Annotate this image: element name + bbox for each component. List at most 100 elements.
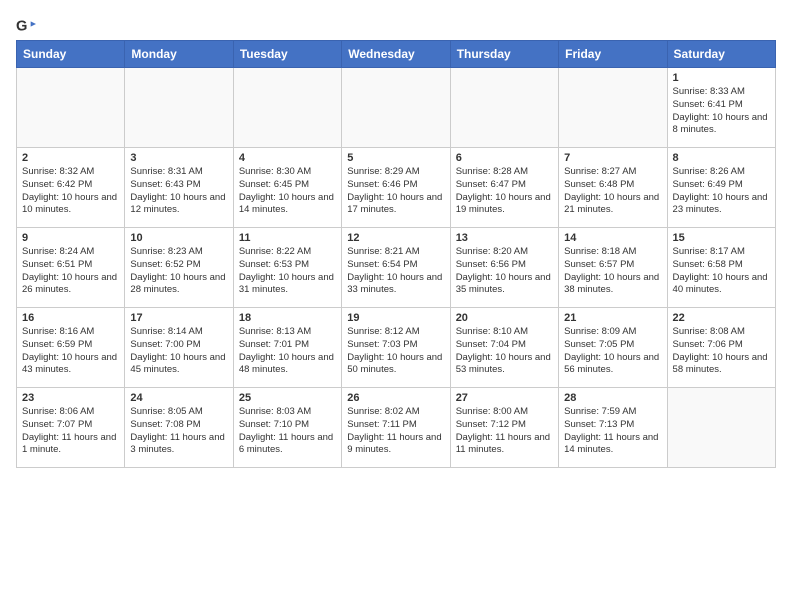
day-info: Sunrise: 8:08 AM Sunset: 7:06 PM Dayligh… [673,326,770,377]
day-cell: 25 Sunrise: 8:03 AM Sunset: 7:10 PM Dayli… [233,388,341,468]
day-number: 10 [130,232,227,244]
day-number: 26 [347,392,444,404]
day-cell: 11 Sunrise: 8:22 AM Sunset: 6:53 PM Dayli… [233,228,341,308]
day-number: 15 [673,232,770,244]
day-cell: 26 Sunrise: 8:02 AM Sunset: 7:11 PM Dayli… [342,388,450,468]
day-number: 14 [564,232,661,244]
day-cell: 17 Sunrise: 8:14 AM Sunset: 7:00 PM Dayli… [125,308,233,388]
day-cell: 23 Sunrise: 8:06 AM Sunset: 7:07 PM Dayli… [17,388,125,468]
day-info: Sunrise: 8:20 AM Sunset: 6:56 PM Dayligh… [456,246,553,297]
weekday-header-wednesday: Wednesday [342,41,450,68]
weekday-header-friday: Friday [559,41,667,68]
day-cell: 8 Sunrise: 8:26 AM Sunset: 6:49 PM Daylig… [667,148,775,228]
week-row-5: 23 Sunrise: 8:06 AM Sunset: 7:07 PM Dayli… [17,388,776,468]
day-number: 6 [456,152,553,164]
day-cell: 2 Sunrise: 8:32 AM Sunset: 6:42 PM Daylig… [17,148,125,228]
day-info: Sunrise: 8:30 AM Sunset: 6:45 PM Dayligh… [239,166,336,217]
day-cell [125,68,233,148]
day-cell: 22 Sunrise: 8:08 AM Sunset: 7:06 PM Dayli… [667,308,775,388]
day-cell: 5Sunrise: 8:29 AM Sunset: 6:46 PM Daylig… [342,148,450,228]
weekday-header-row: SundayMondayTuesdayWednesdayThursdayFrid… [17,41,776,68]
day-cell [559,68,667,148]
day-number: 28 [564,392,661,404]
day-cell: 18Sunrise: 8:13 AM Sunset: 7:01 PM Dayli… [233,308,341,388]
day-number: 9 [22,232,119,244]
day-cell: 12 Sunrise: 8:21 AM Sunset: 6:54 PM Dayli… [342,228,450,308]
weekday-header-tuesday: Tuesday [233,41,341,68]
weekday-header-sunday: Sunday [17,41,125,68]
day-cell: 13 Sunrise: 8:20 AM Sunset: 6:56 PM Dayli… [450,228,558,308]
day-cell [342,68,450,148]
day-number: 20 [456,312,553,324]
weekday-header-monday: Monday [125,41,233,68]
weekday-header-saturday: Saturday [667,41,775,68]
day-info: Sunrise: 7:59 AM Sunset: 7:13 PM Dayligh… [564,406,661,457]
day-cell: 24Sunrise: 8:05 AM Sunset: 7:08 PM Dayli… [125,388,233,468]
day-number: 19 [347,312,444,324]
day-info: Sunrise: 8:22 AM Sunset: 6:53 PM Dayligh… [239,246,336,297]
day-cell: 15Sunrise: 8:17 AM Sunset: 6:58 PM Dayli… [667,228,775,308]
logo: G [16,16,40,36]
day-info: Sunrise: 8:10 AM Sunset: 7:04 PM Dayligh… [456,326,553,377]
day-info: Sunrise: 8:26 AM Sunset: 6:49 PM Dayligh… [673,166,770,217]
day-number: 22 [673,312,770,324]
day-cell: 21 Sunrise: 8:09 AM Sunset: 7:05 PM Dayli… [559,308,667,388]
day-cell: 3Sunrise: 8:31 AM Sunset: 6:43 PM Daylig… [125,148,233,228]
day-number: 4 [239,152,336,164]
day-cell: 4 Sunrise: 8:30 AM Sunset: 6:45 PM Daylig… [233,148,341,228]
day-cell: 10 Sunrise: 8:23 AM Sunset: 6:52 PM Dayli… [125,228,233,308]
day-number: 27 [456,392,553,404]
day-info: Sunrise: 8:18 AM Sunset: 6:57 PM Dayligh… [564,246,661,297]
day-cell: 7Sunrise: 8:27 AM Sunset: 6:48 PM Daylig… [559,148,667,228]
day-number: 8 [673,152,770,164]
day-info: Sunrise: 8:03 AM Sunset: 7:10 PM Dayligh… [239,406,336,457]
day-cell: 27 Sunrise: 8:00 AM Sunset: 7:12 PM Dayli… [450,388,558,468]
day-number: 7 [564,152,661,164]
day-info: Sunrise: 8:24 AM Sunset: 6:51 PM Dayligh… [22,246,119,297]
week-row-4: 16Sunrise: 8:16 AM Sunset: 6:59 PM Dayli… [17,308,776,388]
day-cell: 9 Sunrise: 8:24 AM Sunset: 6:51 PM Daylig… [17,228,125,308]
day-number: 17 [130,312,227,324]
day-number: 25 [239,392,336,404]
week-row-3: 9 Sunrise: 8:24 AM Sunset: 6:51 PM Daylig… [17,228,776,308]
day-number: 1 [673,72,770,84]
day-info: Sunrise: 8:23 AM Sunset: 6:52 PM Dayligh… [130,246,227,297]
day-info: Sunrise: 8:09 AM Sunset: 7:05 PM Dayligh… [564,326,661,377]
week-row-2: 2 Sunrise: 8:32 AM Sunset: 6:42 PM Daylig… [17,148,776,228]
day-cell [667,388,775,468]
week-row-1: 1 Sunrise: 8:33 AM Sunset: 6:41 PM Daylig… [17,68,776,148]
day-info: Sunrise: 8:12 AM Sunset: 7:03 PM Dayligh… [347,326,444,377]
day-cell: 20 Sunrise: 8:10 AM Sunset: 7:04 PM Dayli… [450,308,558,388]
weekday-header-thursday: Thursday [450,41,558,68]
day-cell: 16Sunrise: 8:16 AM Sunset: 6:59 PM Dayli… [17,308,125,388]
day-cell [233,68,341,148]
day-cell [17,68,125,148]
day-info: Sunrise: 8:00 AM Sunset: 7:12 PM Dayligh… [456,406,553,457]
day-info: Sunrise: 8:06 AM Sunset: 7:07 PM Dayligh… [22,406,119,457]
day-info: Sunrise: 8:33 AM Sunset: 6:41 PM Dayligh… [673,86,770,137]
day-info: Sunrise: 8:02 AM Sunset: 7:11 PM Dayligh… [347,406,444,457]
day-cell: 19 Sunrise: 8:12 AM Sunset: 7:03 PM Dayli… [342,308,450,388]
day-cell: 1 Sunrise: 8:33 AM Sunset: 6:41 PM Daylig… [667,68,775,148]
day-cell: 6 Sunrise: 8:28 AM Sunset: 6:47 PM Daylig… [450,148,558,228]
day-info: Sunrise: 8:05 AM Sunset: 7:08 PM Dayligh… [130,406,227,457]
svg-text:G: G [16,19,27,35]
day-number: 21 [564,312,661,324]
day-cell [450,68,558,148]
day-cell: 28 Sunrise: 7:59 AM Sunset: 7:13 PM Dayli… [559,388,667,468]
day-cell: 14 Sunrise: 8:18 AM Sunset: 6:57 PM Dayli… [559,228,667,308]
day-info: Sunrise: 8:14 AM Sunset: 7:00 PM Dayligh… [130,326,227,377]
day-number: 2 [22,152,119,164]
day-number: 23 [22,392,119,404]
day-number: 16 [22,312,119,324]
day-info: Sunrise: 8:32 AM Sunset: 6:42 PM Dayligh… [22,166,119,217]
day-number: 13 [456,232,553,244]
day-number: 11 [239,232,336,244]
day-number: 12 [347,232,444,244]
day-info: Sunrise: 8:29 AM Sunset: 6:46 PM Dayligh… [347,166,444,217]
day-number: 3 [130,152,227,164]
day-info: Sunrise: 8:13 AM Sunset: 7:01 PM Dayligh… [239,326,336,377]
day-info: Sunrise: 8:28 AM Sunset: 6:47 PM Dayligh… [456,166,553,217]
logo-icon: G [16,16,36,36]
day-info: Sunrise: 8:21 AM Sunset: 6:54 PM Dayligh… [347,246,444,297]
